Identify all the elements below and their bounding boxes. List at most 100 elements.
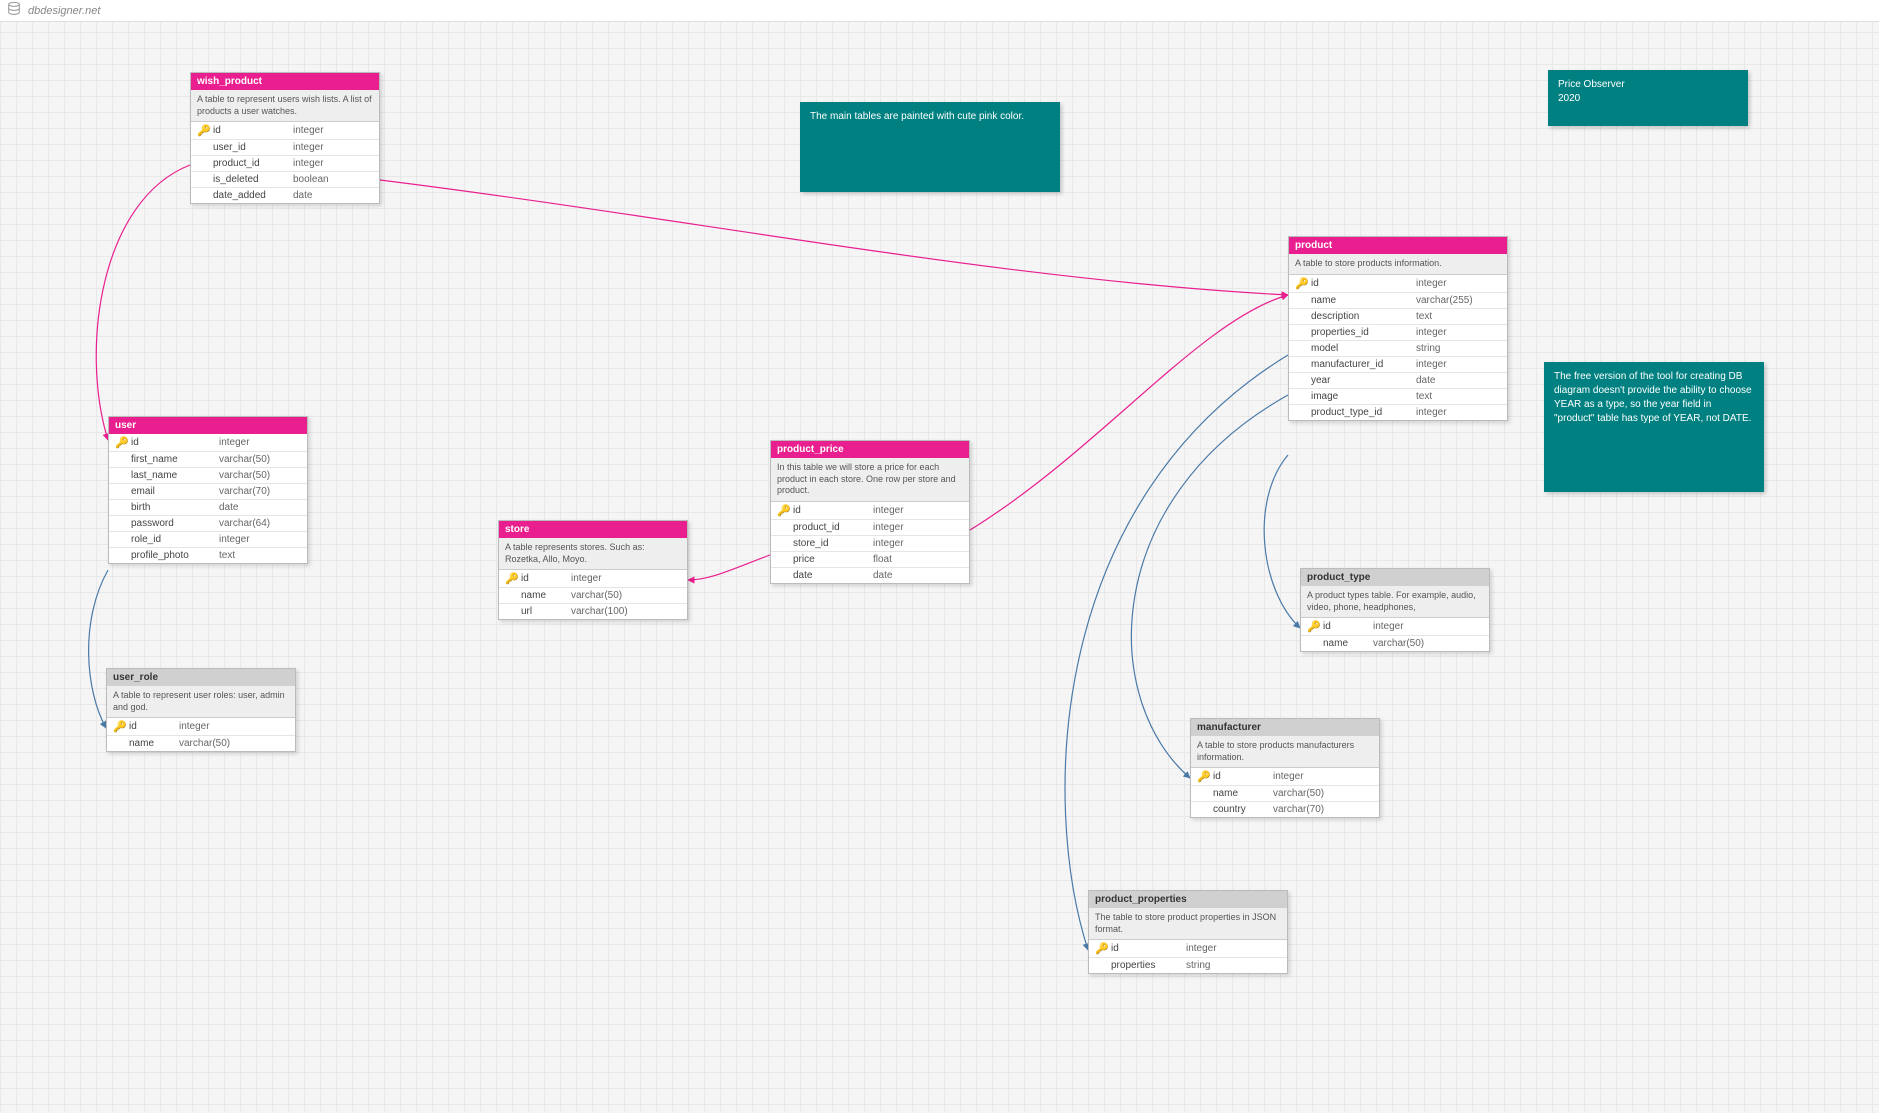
column-type: string [1416,343,1503,354]
table-header[interactable]: product_type [1301,569,1489,586]
table-product_price[interactable]: product_priceIn this table we will store… [770,440,970,584]
table-column-row[interactable]: 🔑idinteger [109,434,307,452]
column-type: varchar(50) [219,470,303,481]
table-column-row[interactable]: namevarchar(50) [1191,786,1379,802]
column-name: email [131,486,219,497]
column-type: integer [293,142,375,153]
table-store[interactable]: storeA table represents stores. Such as:… [498,520,688,620]
table-column-row[interactable]: yeardate [1289,373,1507,389]
column-name: is_deleted [213,174,293,185]
column-name: product_type_id [1311,407,1416,418]
column-name: last_name [131,470,219,481]
table-user_role[interactable]: user_roleA table to represent user roles… [106,668,296,752]
table-column-row[interactable]: profile_phototext [109,548,307,563]
table-manufacturer[interactable]: manufacturerA table to store products ma… [1190,718,1380,818]
column-type: integer [1416,359,1503,370]
primary-key-icon: 🔑 [775,504,793,517]
table-column-row[interactable]: namevarchar(50) [499,588,687,604]
table-description: In this table we will store a price for … [771,458,969,502]
column-name: model [1311,343,1416,354]
table-column-row[interactable]: 🔑idinteger [191,122,379,140]
column-type: integer [293,158,375,169]
table-column-row[interactable]: passwordvarchar(64) [109,516,307,532]
table-column-row[interactable]: 🔑idinteger [771,502,969,520]
table-column-row[interactable]: birthdate [109,500,307,516]
table-description: A table to represent users wish lists. A… [191,90,379,122]
column-type: varchar(70) [1273,804,1375,815]
diagram-canvas[interactable]: wish_productA table to represent users w… [0,0,1879,1113]
table-column-row[interactable]: emailvarchar(70) [109,484,307,500]
note-box[interactable]: The free version of the tool for creatin… [1544,362,1764,492]
table-product_properties[interactable]: product_propertiesThe table to store pro… [1088,890,1288,974]
table-column-row[interactable]: countryvarchar(70) [1191,802,1379,817]
table-column-row[interactable]: store_idinteger [771,536,969,552]
table-user[interactable]: user🔑idintegerfirst_namevarchar(50)last_… [108,416,308,564]
table-column-row[interactable]: 🔑idinteger [1301,618,1489,636]
table-column-row[interactable]: datedate [771,568,969,583]
column-type: varchar(255) [1416,295,1503,306]
table-column-row[interactable]: date_addeddate [191,188,379,203]
table-header[interactable]: store [499,521,687,538]
column-type: integer [1273,771,1375,782]
column-type: boolean [293,174,375,185]
table-column-row[interactable]: product_idinteger [191,156,379,172]
table-column-row[interactable]: product_type_idinteger [1289,405,1507,420]
table-description: The table to store product properties in… [1089,908,1287,940]
table-product_type[interactable]: product_typeA product types table. For e… [1300,568,1490,652]
table-column-row[interactable]: is_deletedboolean [191,172,379,188]
table-column-row[interactable]: 🔑idinteger [1089,940,1287,958]
column-name: name [1213,788,1273,799]
table-column-row[interactable]: last_namevarchar(50) [109,468,307,484]
table-column-row[interactable]: manufacturer_idinteger [1289,357,1507,373]
table-column-row[interactable]: 🔑idinteger [1191,768,1379,786]
column-name: id [129,721,179,732]
table-product[interactable]: productA table to store products informa… [1288,236,1508,421]
column-name: manufacturer_id [1311,359,1416,370]
table-column-row[interactable]: namevarchar(50) [1301,636,1489,651]
table-column-row[interactable]: 🔑idinteger [1289,275,1507,293]
table-wish_product[interactable]: wish_productA table to represent users w… [190,72,380,204]
table-header[interactable]: product [1289,237,1507,254]
table-header[interactable]: wish_product [191,73,379,90]
table-description: A table to represent user roles: user, a… [107,686,295,718]
table-column-row[interactable]: pricefloat [771,552,969,568]
table-column-row[interactable]: 🔑idinteger [499,570,687,588]
table-column-row[interactable]: modelstring [1289,341,1507,357]
primary-key-icon: 🔑 [503,572,521,585]
column-name: date [793,570,873,581]
column-type: string [1186,960,1283,971]
table-column-row[interactable]: role_idinteger [109,532,307,548]
column-name: price [793,554,873,565]
column-type: date [293,190,375,201]
table-column-row[interactable]: namevarchar(255) [1289,293,1507,309]
column-type: text [219,550,303,561]
table-column-row[interactable]: imagetext [1289,389,1507,405]
table-column-row[interactable]: namevarchar(50) [107,736,295,751]
column-type: integer [293,125,375,136]
table-header[interactable]: user [109,417,307,434]
primary-key-icon: 🔑 [1305,620,1323,633]
table-header[interactable]: manufacturer [1191,719,1379,736]
table-header[interactable]: product_price [771,441,969,458]
table-column-row[interactable]: urlvarchar(100) [499,604,687,619]
table-column-row[interactable]: propertiesstring [1089,958,1287,973]
table-column-row[interactable]: first_namevarchar(50) [109,452,307,468]
table-column-row[interactable]: descriptiontext [1289,309,1507,325]
table-header[interactable]: product_properties [1089,891,1287,908]
column-name: role_id [131,534,219,545]
table-column-row[interactable]: user_idinteger [191,140,379,156]
table-column-row[interactable]: properties_idinteger [1289,325,1507,341]
column-type: varchar(50) [179,738,291,749]
column-type: varchar(50) [1273,788,1375,799]
column-name: name [1311,295,1416,306]
table-column-row[interactable]: 🔑idinteger [107,718,295,736]
column-type: integer [873,505,965,516]
table-header[interactable]: user_role [107,669,295,686]
column-name: image [1311,391,1416,402]
note-box[interactable]: The main tables are painted with cute pi… [800,102,1060,192]
column-type: integer [219,437,303,448]
note-box[interactable]: Price Observer 2020 [1548,70,1748,126]
table-column-row[interactable]: product_idinteger [771,520,969,536]
column-name: properties_id [1311,327,1416,338]
column-type: varchar(64) [219,518,303,529]
